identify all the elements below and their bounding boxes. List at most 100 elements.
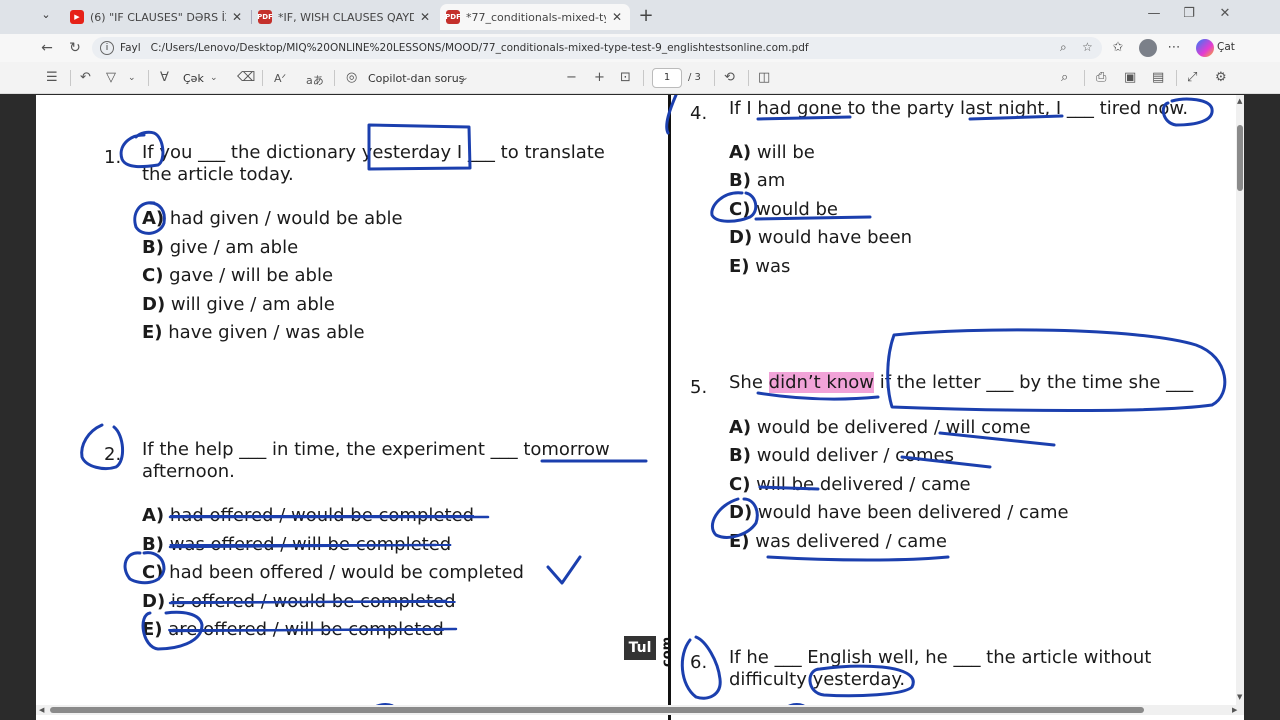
scroll-right-arrow-icon[interactable]: ▶ bbox=[1232, 706, 1237, 714]
question-2-option-e[interactable]: E) are offered / will be completed bbox=[142, 619, 444, 640]
question-2-option-b[interactable]: B) was offered / will be completed bbox=[142, 534, 451, 555]
zoom-icon[interactable]: ⌕ bbox=[1060, 40, 1067, 55]
tab-conditionals-pdf[interactable]: PDF *77_conditionals-mixed-type-test- ✕ bbox=[440, 4, 630, 30]
question-line: the article today. bbox=[142, 164, 294, 185]
settings-gear-icon[interactable]: ⚙ bbox=[1215, 70, 1227, 85]
new-tab-button[interactable]: + bbox=[636, 6, 656, 26]
question-1-option-d[interactable]: D) will give / am able bbox=[142, 294, 335, 315]
option-text: will be bbox=[756, 142, 815, 163]
option-letter: E) bbox=[729, 531, 750, 552]
question-1-option-a[interactable]: A) had given / would be able bbox=[142, 208, 403, 229]
draw-icon[interactable]: ∀ bbox=[160, 70, 169, 85]
close-tab-icon[interactable]: ✕ bbox=[610, 10, 624, 24]
copilot-icon[interactable] bbox=[1196, 39, 1214, 57]
question-5-option-c[interactable]: C) will be delivered / came bbox=[729, 474, 971, 495]
option-letter: C) bbox=[729, 199, 751, 220]
scroll-left-arrow-icon[interactable]: ◀ bbox=[39, 706, 44, 714]
rotate-icon[interactable]: ⟲ bbox=[724, 70, 735, 85]
favorites-icon[interactable]: ✩ bbox=[1108, 40, 1128, 55]
question-line: If you ___ the dictionary yesterday I __… bbox=[142, 142, 605, 163]
refresh-icon[interactable]: ↻ bbox=[64, 38, 86, 58]
page-number-input[interactable]: 1 bbox=[652, 68, 682, 88]
print-icon[interactable]: ⎙ bbox=[1096, 70, 1106, 85]
close-tab-icon[interactable]: ✕ bbox=[418, 10, 432, 24]
search-icon[interactable]: ⌕ bbox=[1061, 70, 1068, 85]
tab-actions-chevron-icon[interactable]: ⌄ bbox=[36, 8, 56, 26]
question-1-option-e[interactable]: E) have given / was able bbox=[142, 322, 365, 343]
vertical-scroll-thumb[interactable] bbox=[1237, 125, 1243, 191]
contents-list-icon[interactable]: ☰ bbox=[46, 70, 58, 85]
copilot-ask-label[interactable]: Copilot-dan soruş bbox=[368, 72, 464, 85]
draw-label[interactable]: Çək bbox=[183, 72, 204, 85]
save-as-icon[interactable]: ▤ bbox=[1152, 70, 1164, 85]
url-field[interactable]: i Fayl C:/Users/Lenovo/Desktop/MİQ%20ONL… bbox=[92, 37, 1102, 59]
option-text: are offered / will be completed bbox=[168, 619, 444, 640]
translate-icon[interactable]: aあ bbox=[306, 72, 324, 88]
horizontal-scroll-thumb[interactable] bbox=[50, 707, 1144, 713]
question-1-option-b[interactable]: B) give / am able bbox=[142, 237, 298, 258]
scroll-up-arrow-icon[interactable]: ▲ bbox=[1237, 97, 1242, 105]
highlight-chevron-down-icon[interactable]: ⌄ bbox=[128, 73, 136, 83]
question-4-option-b[interactable]: B) am bbox=[729, 170, 785, 191]
option-text: would be bbox=[756, 199, 838, 220]
question-4-option-e[interactable]: E) was bbox=[729, 256, 790, 277]
question-2-option-c[interactable]: C) had been offered / would be completed bbox=[142, 562, 524, 583]
option-text: was delivered / came bbox=[755, 531, 947, 552]
tab-wish-clauses-pdf[interactable]: PDF *IF, WISH CLAUSES QAYDA NEW.p ✕ bbox=[252, 4, 438, 30]
highlight-icon[interactable]: ▽ bbox=[106, 70, 116, 85]
copilot-chat-label[interactable]: Çat bbox=[1217, 41, 1235, 53]
tab-title: *77_conditionals-mixed-type-test- bbox=[466, 10, 606, 24]
undo-icon[interactable]: ↶ bbox=[80, 70, 91, 85]
fullscreen-icon[interactable]: ⤢ bbox=[1187, 70, 1197, 85]
option-text: would be delivered / will come bbox=[756, 417, 1031, 438]
question-2-option-d[interactable]: D) is offered / would be completed bbox=[142, 591, 456, 612]
toolbar-separator bbox=[748, 70, 749, 86]
question-1-text: If you ___ the dictionary yesterday I __… bbox=[142, 142, 642, 186]
question-4-option-d[interactable]: D) would have been bbox=[729, 227, 912, 248]
scroll-down-arrow-icon[interactable]: ▼ bbox=[1237, 693, 1242, 701]
question-1-option-c[interactable]: C) gave / will be able bbox=[142, 265, 333, 286]
question-4-option-a[interactable]: A) will be bbox=[729, 142, 815, 163]
profile-avatar[interactable] bbox=[1139, 39, 1157, 57]
zoom-in-icon[interactable]: + bbox=[594, 70, 605, 85]
back-arrow-icon[interactable]: ← bbox=[36, 38, 58, 58]
zoom-out-icon[interactable]: − bbox=[566, 70, 577, 85]
window-close-icon[interactable]: ✕ bbox=[1213, 6, 1237, 21]
question-2-option-a[interactable]: A) had offered / would be completed bbox=[142, 505, 474, 526]
fit-page-icon[interactable]: ⊡ bbox=[620, 70, 631, 85]
question-number: 1. bbox=[104, 147, 122, 168]
more-menu-icon[interactable]: ⋯ bbox=[1164, 40, 1184, 55]
question-5-option-d[interactable]: D) would have been delivered / came bbox=[729, 502, 1069, 523]
option-text: would deliver / comes bbox=[756, 445, 955, 466]
eraser-icon[interactable]: ⌫ bbox=[237, 70, 255, 85]
question-6-text: If he ___ English well, he ___ the artic… bbox=[729, 647, 1229, 691]
draw-chevron-down-icon[interactable]: ⌄ bbox=[210, 73, 218, 83]
option-letter: A) bbox=[729, 142, 752, 163]
copilot-chevron-down-icon[interactable]: ⌄ bbox=[461, 73, 469, 83]
minimize-icon[interactable]: — bbox=[1142, 6, 1166, 21]
tab-youtube[interactable]: ▶ (6) "IF CLAUSES" DƏRS İZAHI - SE ✕ bbox=[64, 4, 250, 30]
highlighted-text: didn’t know bbox=[768, 372, 874, 393]
info-icon[interactable]: i bbox=[100, 41, 114, 55]
youtube-icon: ▶ bbox=[70, 10, 84, 24]
close-tab-icon[interactable]: ✕ bbox=[230, 10, 244, 24]
horizontal-scrollbar[interactable]: ◀ ▶ bbox=[36, 705, 1244, 715]
read-aloud-icon[interactable]: Aᐟ bbox=[274, 72, 286, 85]
page-view-icon[interactable]: ◫ bbox=[758, 70, 770, 85]
favorite-star-icon[interactable]: ☆ bbox=[1082, 40, 1093, 54]
restore-icon[interactable]: ❐ bbox=[1177, 6, 1201, 21]
question-4-option-c[interactable]: C) would be bbox=[729, 199, 838, 220]
option-text: have given / was able bbox=[168, 322, 365, 343]
toolbar-separator bbox=[262, 70, 263, 86]
vertical-scrollbar[interactable]: ▲ ▼ bbox=[1236, 95, 1244, 705]
question-5-option-e[interactable]: E) was delivered / came bbox=[729, 531, 947, 552]
question-5-option-a[interactable]: A) would be delivered / will come bbox=[729, 417, 1031, 438]
copilot-ask-icon[interactable]: ◎ bbox=[346, 70, 357, 85]
option-letter: E) bbox=[142, 322, 163, 343]
pdf-page[interactable]: 1. If you ___ the dictionary yesterday I… bbox=[36, 95, 1244, 720]
url-scheme: Fayl bbox=[120, 42, 141, 54]
question-5-option-b[interactable]: B) would deliver / comes bbox=[729, 445, 954, 466]
option-letter: A) bbox=[729, 417, 752, 438]
save-icon[interactable]: ▣ bbox=[1124, 70, 1136, 85]
question-number: 5. bbox=[690, 377, 708, 398]
